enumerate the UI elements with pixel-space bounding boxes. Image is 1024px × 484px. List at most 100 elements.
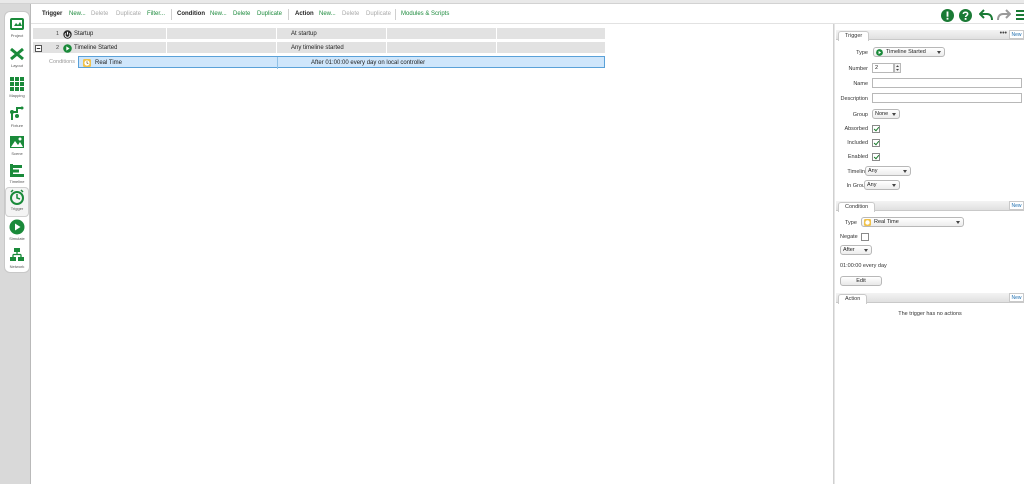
column-divider <box>496 28 497 40</box>
condition-tabbar: Condition New <box>836 201 1024 212</box>
help-icon[interactable] <box>959 9 972 22</box>
absorbed-label: Absorbed <box>844 126 868 132</box>
sidebar-item-label: Fixture <box>10 123 24 128</box>
trigger-name: Timeline Started <box>74 45 118 51</box>
column-divider <box>386 28 387 40</box>
trigger-description: Any timeline started <box>291 45 344 51</box>
sidebar-item-mapping[interactable]: Mapping <box>5 74 29 104</box>
action-new-button[interactable]: New... <box>319 11 336 17</box>
trigger-type-value: Timeline Started <box>886 49 926 55</box>
chevron-down-icon <box>892 113 896 116</box>
sidebar-item-label: Project <box>10 33 24 38</box>
condition-type-value: Real Time <box>874 219 899 225</box>
conditions-label: Conditions <box>49 59 75 65</box>
column-divider <box>277 57 278 69</box>
action-panel-new-button[interactable]: New <box>1009 293 1024 302</box>
condition-when-select[interactable]: After <box>840 245 872 255</box>
sidebar-item-scene[interactable]: Scene <box>5 132 29 162</box>
timeline-icon <box>10 164 24 177</box>
number-stepper[interactable] <box>894 63 901 73</box>
timeline-value: Any <box>868 168 878 174</box>
trigger-type-select[interactable]: Timeline Started <box>873 47 945 57</box>
column-divider <box>166 42 167 54</box>
in-group-select[interactable]: Any <box>864 180 900 190</box>
condition-time-text: 01:00:00 every day <box>840 263 887 269</box>
timeline-label: Timeline <box>847 169 868 175</box>
tab-action[interactable]: Action <box>838 294 868 304</box>
trigger-new-button[interactable]: New... <box>69 11 86 17</box>
tab-trigger[interactable]: Trigger <box>838 31 870 41</box>
sidebar-item-fixture[interactable]: Fixture <box>5 104 29 134</box>
action-properties-panel: Action New The trigger has no actions <box>836 293 1024 333</box>
edit-button[interactable]: Edit <box>840 276 882 286</box>
action-duplicate-button[interactable]: Duplicate <box>366 11 391 17</box>
trigger-duplicate-button[interactable]: Duplicate <box>116 11 141 17</box>
condition-type-label: Type <box>845 220 857 226</box>
condition-duplicate-button[interactable]: Duplicate <box>257 11 282 17</box>
trigger-description-field[interactable] <box>872 93 1022 103</box>
group-value: None <box>875 111 889 117</box>
panel-divider[interactable] <box>833 24 835 484</box>
project-icon <box>10 18 24 30</box>
trigger-number-field[interactable]: 2 <box>872 63 894 73</box>
layout-icon <box>10 47 24 61</box>
more-icon[interactable]: ••• <box>1000 30 1007 38</box>
trigger-delete-button[interactable]: Delete <box>91 11 108 17</box>
sidebar-item-timeline[interactable]: Timeline <box>5 160 29 190</box>
undo-icon[interactable] <box>979 9 993 21</box>
condition-new-button[interactable]: New... <box>210 11 227 17</box>
sidebar-item-label: Trigger <box>10 206 24 211</box>
column-divider <box>276 28 277 40</box>
redo-icon[interactable] <box>997 9 1011 21</box>
sidebar-item-trigger[interactable]: Trigger <box>5 187 29 217</box>
real-time-icon <box>864 219 871 226</box>
toolbar: Trigger New... Delete Duplicate Filter..… <box>31 4 1024 24</box>
condition-type-select[interactable]: Real Time <box>861 217 964 227</box>
table-row[interactable]: 1 Startup At startup <box>33 28 605 40</box>
included-label: Included <box>847 140 868 146</box>
sidebar-item-network[interactable]: Network <box>5 245 29 275</box>
action-tabbar: Action New <box>836 293 1024 304</box>
enabled-checkbox[interactable] <box>872 153 880 161</box>
negate-label: Negate <box>840 234 858 240</box>
column-divider <box>386 42 387 54</box>
chevron-down-icon <box>937 51 941 54</box>
sidebar-item-layout[interactable]: Layout <box>5 44 29 74</box>
absorbed-checkbox[interactable] <box>872 125 880 133</box>
column-divider <box>166 28 167 40</box>
modules-scripts-button[interactable]: Modules & Scripts <box>401 11 449 17</box>
sidebar-item-project[interactable]: Project <box>5 14 29 44</box>
simulate-icon <box>9 219 25 235</box>
network-icon <box>10 248 24 261</box>
trigger-icon <box>10 189 24 205</box>
timeline-select[interactable]: Any <box>865 166 911 176</box>
group-select[interactable]: None <box>872 109 900 119</box>
condition-panel-new-button[interactable]: New <box>1009 201 1024 210</box>
tab-condition[interactable]: Condition <box>838 202 876 212</box>
menu-icon[interactable] <box>1016 9 1024 21</box>
chevron-down-icon <box>892 184 896 187</box>
condition-selected-cell[interactable]: Real Time After 01:00:00 every day on lo… <box>78 56 605 69</box>
sidebar-item-label: Simulate <box>9 236 25 241</box>
name-label: Name <box>853 81 868 87</box>
in-group-value: Any <box>867 182 877 188</box>
mapping-icon <box>10 77 24 91</box>
sidebar-item-label: Mapping <box>9 93 25 98</box>
trigger-filter-button[interactable]: Filter... <box>147 11 165 17</box>
trigger-description: At startup <box>291 31 317 37</box>
condition-delete-button[interactable]: Delete <box>233 11 250 17</box>
included-checkbox[interactable] <box>872 139 880 147</box>
no-actions-text: The trigger has no actions <box>898 311 962 317</box>
sidebar-item-simulate[interactable]: Simulate <box>5 217 29 247</box>
negate-checkbox[interactable] <box>861 233 869 241</box>
toolbar-trigger-label: Trigger <box>42 11 63 17</box>
alert-icon[interactable] <box>941 9 954 22</box>
sidebar-item-label: Timeline <box>9 179 25 184</box>
action-delete-button[interactable]: Delete <box>342 11 359 17</box>
trigger-panel-new-button[interactable]: New <box>1009 30 1024 39</box>
trigger-name-field[interactable] <box>872 78 1022 88</box>
condition-when-value: After <box>843 247 855 253</box>
condition-row[interactable]: Conditions Real Time After 01:00:00 ever… <box>33 56 605 69</box>
sidebar: Project Layout Mapping Fixture Scene Tim… <box>0 4 31 484</box>
table-row[interactable]: 2 Timeline Started Any timeline started <box>33 42 605 54</box>
